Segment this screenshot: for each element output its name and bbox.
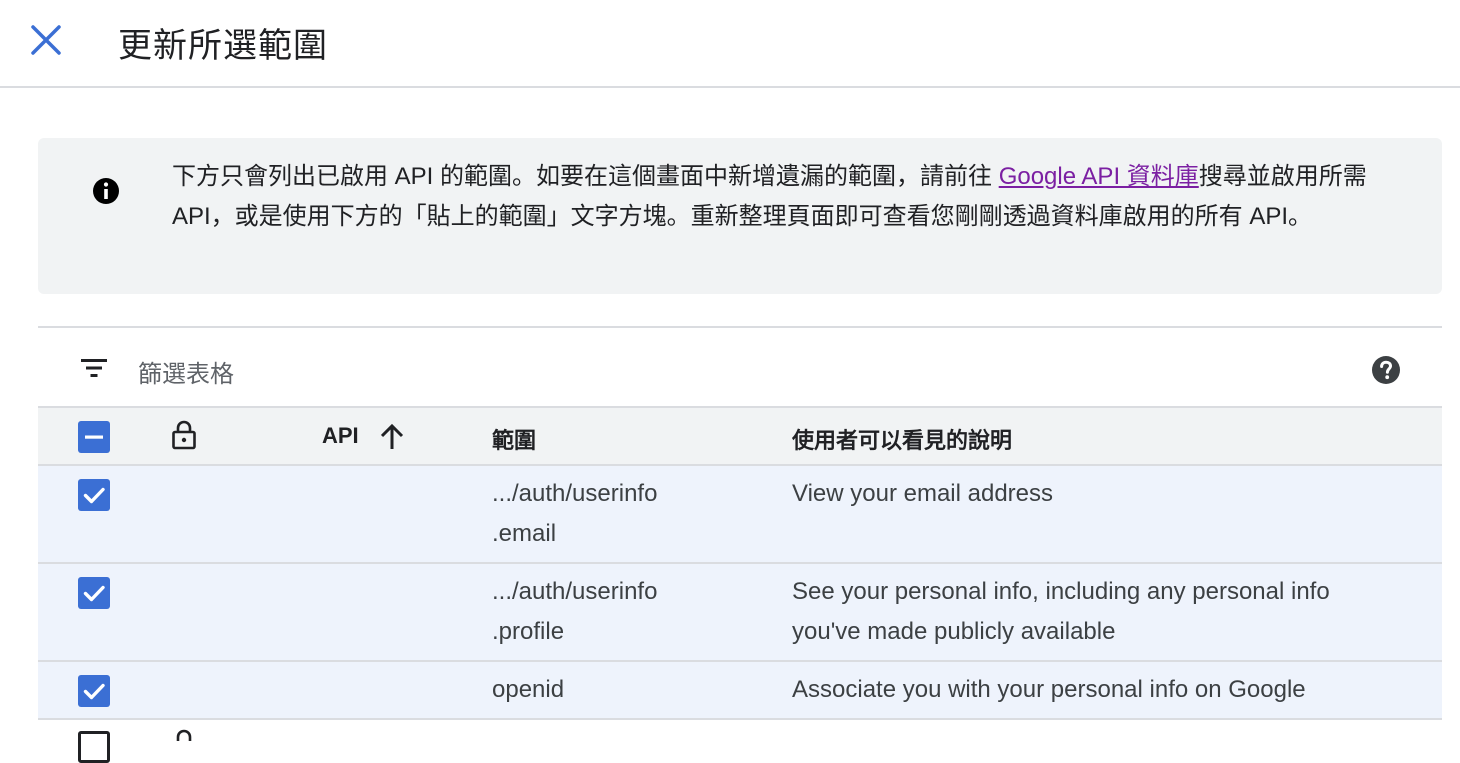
scope-line: openid bbox=[492, 676, 565, 703]
scope-cell: openid bbox=[492, 670, 564, 710]
scope-line: .../auth/userinfo bbox=[492, 480, 658, 507]
column-header-api[interactable]: API bbox=[322, 423, 359, 449]
row-checkbox[interactable] bbox=[78, 675, 110, 707]
description-cell: View your email address bbox=[792, 474, 1053, 514]
description-line: you've made publicly available bbox=[792, 618, 1116, 645]
dialog-title: 更新所選範圍 bbox=[118, 27, 328, 65]
scope-line: .profile bbox=[492, 618, 565, 645]
description-line: View your email address bbox=[792, 480, 1054, 507]
arrow-up-icon[interactable] bbox=[377, 422, 407, 452]
select-all-checkbox[interactable] bbox=[78, 421, 110, 453]
scopes-table: 篩選表格 API 範圍 使用者可以看見的說明 .../auth/userinfo… bbox=[38, 326, 1442, 763]
scope-line: .email bbox=[492, 520, 557, 547]
row-checkbox[interactable] bbox=[78, 731, 110, 763]
row-checkbox[interactable] bbox=[78, 577, 110, 609]
description-line: Associate you with your personal info on… bbox=[792, 676, 1306, 703]
table-row[interactable] bbox=[38, 720, 1442, 763]
close-icon bbox=[31, 25, 61, 55]
lock-icon bbox=[172, 420, 196, 450]
scope-cell: .../auth/userinfo .profile bbox=[492, 572, 657, 652]
filter-input[interactable]: 篩選表格 bbox=[138, 354, 234, 389]
column-header-scope[interactable]: 範圍 bbox=[492, 423, 536, 455]
table-row[interactable]: openid Associate you with your personal … bbox=[38, 662, 1442, 720]
info-banner: 下方只會列出已啟用 API 的範圍。如要在這個畫面中新增遺漏的範圍，請前往 Go… bbox=[38, 138, 1442, 294]
check-icon bbox=[83, 683, 105, 700]
table-row[interactable]: .../auth/userinfo .email View your email… bbox=[38, 466, 1442, 564]
description-line: See your personal info, including any pe… bbox=[792, 578, 1330, 605]
scope-line: .../auth/userinfo bbox=[492, 578, 658, 605]
google-api-library-link[interactable]: Google API 資料庫 bbox=[999, 163, 1199, 190]
table-row[interactable]: .../auth/userinfo .profile See your pers… bbox=[38, 564, 1442, 662]
column-header-description[interactable]: 使用者可以看見的說明 bbox=[792, 423, 1012, 455]
check-icon bbox=[83, 585, 105, 602]
dialog-header: 更新所選範圍 bbox=[0, 0, 1460, 88]
scope-cell: .../auth/userinfo .email bbox=[492, 474, 657, 554]
check-icon bbox=[83, 487, 105, 504]
table-header: API 範圍 使用者可以看見的說明 bbox=[38, 408, 1442, 466]
lock-icon bbox=[176, 729, 192, 741]
info-icon bbox=[93, 178, 119, 204]
minus-icon bbox=[85, 435, 103, 439]
close-button[interactable] bbox=[24, 20, 68, 60]
help-icon[interactable] bbox=[1371, 355, 1401, 385]
description-cell: See your personal info, including any pe… bbox=[792, 572, 1330, 652]
filter-bar: 篩選表格 bbox=[38, 326, 1442, 408]
info-text: 下方只會列出已啟用 API 的範圍。如要在這個畫面中新增遺漏的範圍，請前往 Go… bbox=[172, 157, 1422, 237]
row-checkbox[interactable] bbox=[78, 479, 110, 511]
description-cell: Associate you with your personal info on… bbox=[792, 670, 1306, 710]
filter-icon[interactable] bbox=[80, 356, 108, 380]
info-text-before: 下方只會列出已啟用 API 的範圍。如要在這個畫面中新增遺漏的範圍，請前往 bbox=[172, 163, 999, 190]
